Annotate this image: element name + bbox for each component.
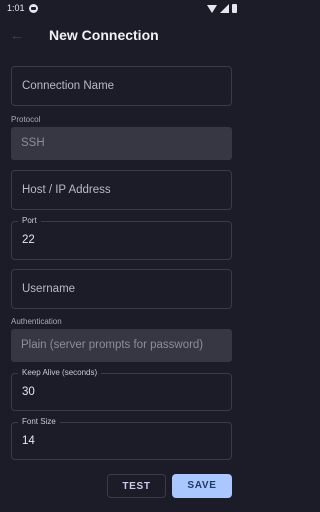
username-input[interactable]: Username [11, 269, 232, 309]
keep-alive-value[interactable]: 30 [22, 386, 35, 398]
connection-name-input[interactable]: Connection Name [11, 66, 232, 106]
status-bar: 1:01 [0, 0, 243, 18]
test-button[interactable]: TEST [107, 474, 166, 498]
status-time: 1:01 [7, 3, 25, 13]
keep-alive-label: Keep Alive (seconds) [18, 368, 102, 377]
port-label: Port [18, 216, 41, 225]
port-value[interactable]: 22 [22, 234, 35, 246]
port-input[interactable]: Port 22 [11, 216, 232, 260]
host-placeholder: Host / IP Address [22, 184, 111, 196]
notification-icon [29, 4, 38, 13]
app-bar: ← New Connection [0, 18, 243, 54]
host-input[interactable]: Host / IP Address [11, 170, 232, 210]
wifi-icon [207, 4, 217, 13]
font-size-value[interactable]: 14 [22, 435, 35, 447]
protocol-select[interactable]: SSH [11, 127, 232, 160]
keep-alive-input[interactable]: Keep Alive (seconds) 30 [11, 368, 232, 411]
page-title: New Connection [49, 27, 159, 43]
save-button[interactable]: SAVE [172, 474, 232, 498]
protocol-value: SSH [21, 137, 45, 149]
battery-icon [232, 4, 237, 13]
protocol-label: Protocol [11, 115, 41, 124]
authentication-label: Authentication [11, 317, 62, 326]
back-arrow-icon[interactable]: ← [8, 27, 26, 45]
authentication-select[interactable]: Plain (server prompts for password) [11, 329, 232, 362]
signal-icon [220, 4, 229, 13]
font-size-input[interactable]: Font Size 14 [11, 417, 232, 460]
status-icons [207, 3, 237, 14]
username-placeholder: Username [22, 283, 76, 295]
connection-name-placeholder: Connection Name [22, 80, 115, 92]
font-size-label: Font Size [18, 417, 60, 426]
authentication-value: Plain (server prompts for password) [21, 339, 204, 351]
